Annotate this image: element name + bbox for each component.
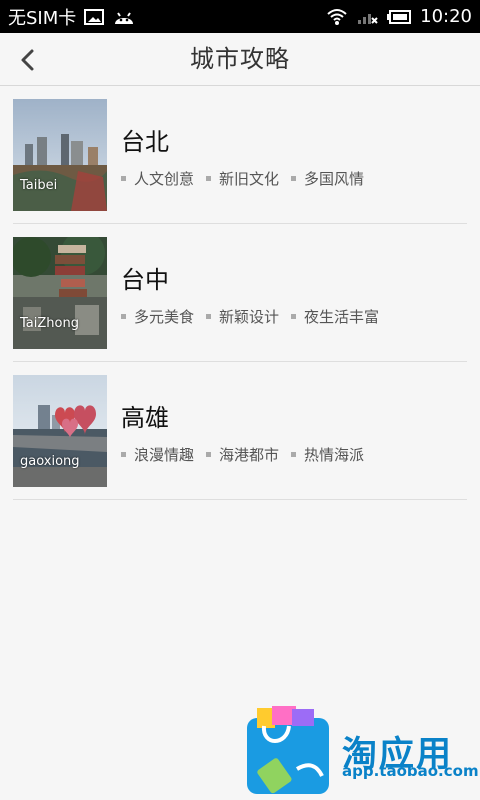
signal-icon [356,8,378,26]
city-tag: 新旧文化 [206,168,279,189]
city-thumbnail-taizhong: TaiZhong [13,237,107,349]
city-name: 台北 [121,128,169,156]
taobao-app-url: app.taobao.com [342,762,479,780]
android-icon [112,8,136,26]
city-tags: 人文创意 新旧文化 多国风情 [121,168,364,189]
city-tags: 多元美食 新颖设计 夜生活丰富 [121,306,379,327]
taobao-app-badge: 淘应用 app.taobao.com [242,704,479,796]
page-title: 城市攻略 [190,45,290,73]
city-thumbnail-label: TaiZhong [20,316,79,331]
city-list: Taibei 台北 人文创意 新旧文化 多国风情 TaiZhong 台中 多元美… [13,86,467,500]
city-tags: 浪漫情趣 海港都市 热情海派 [121,444,364,465]
city-name: 台中 [121,266,169,294]
city-thumbnail-label: gaoxiong [20,454,80,469]
city-tag: 热情海派 [291,444,364,465]
city-tag: 海港都市 [206,444,279,465]
city-tag: 浪漫情趣 [121,444,194,465]
city-tag: 人文创意 [121,168,194,189]
city-tag: 夜生活丰富 [291,306,379,327]
sim-status-text: 无SIM卡 [8,7,77,29]
city-thumbnail-gaoxiong: gaoxiong [13,375,107,487]
city-tag: 多元美食 [121,306,194,327]
city-item-taizhong[interactable]: TaiZhong 台中 多元美食 新颖设计 夜生活丰富 [13,224,467,362]
city-name: 高雄 [121,404,169,432]
city-tag: 多国风情 [291,168,364,189]
title-bar: 城市攻略 [0,33,480,86]
city-item-gaoxiong[interactable]: gaoxiong 高雄 浪漫情趣 海港都市 热情海派 [13,362,467,500]
status-right: 10:20 [326,0,472,33]
wifi-icon [326,8,348,26]
city-thumbnail-label: Taibei [20,178,58,193]
city-item-taibei[interactable]: Taibei 台北 人文创意 新旧文化 多国风情 [13,86,467,224]
shopping-bag-icon [247,706,329,794]
city-tag: 新颖设计 [206,306,279,327]
clock-text: 10:20 [420,6,472,27]
status-bar: 无SIM卡 10:20 [0,0,480,33]
battery-icon [386,8,412,26]
city-thumbnail-taibei: Taibei [13,99,107,211]
image-notification-icon [84,8,105,26]
status-left: 无SIM卡 [8,0,136,33]
